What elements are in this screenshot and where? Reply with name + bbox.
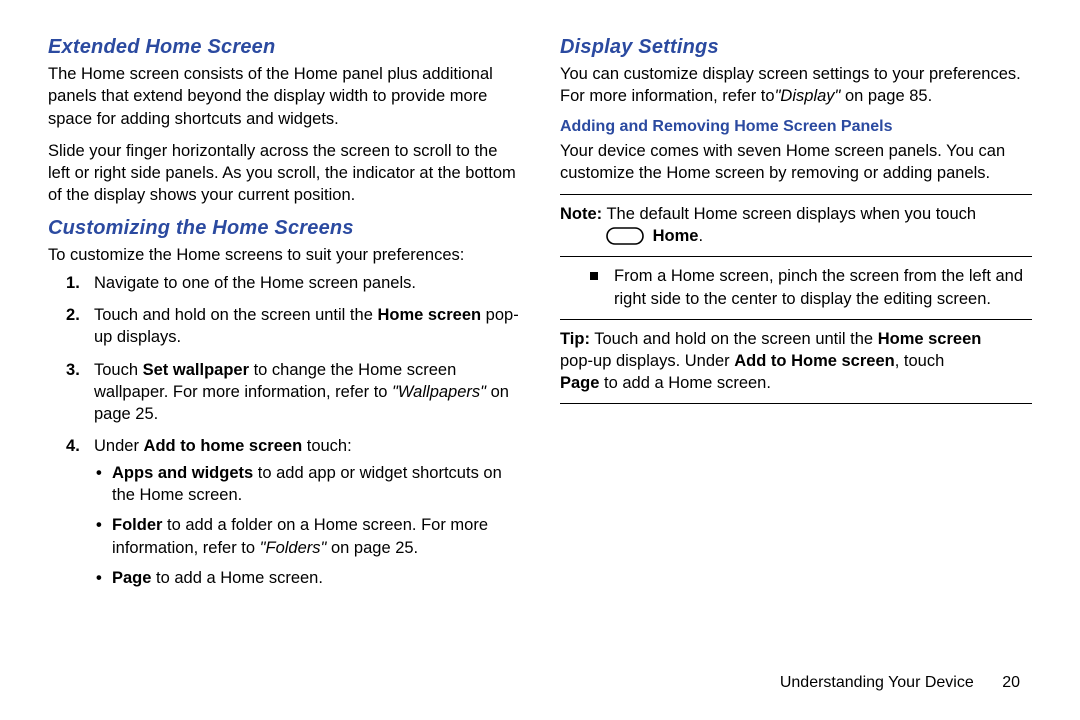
tip-label: Tip:: [560, 330, 590, 348]
text: Touch: [94, 361, 143, 379]
text: on page 85.: [840, 87, 932, 105]
text: Touch and hold on the screen until the: [94, 306, 377, 324]
page-number: 20: [1002, 674, 1020, 692]
bold-text: Add to home screen: [144, 437, 303, 455]
heading-extended-home-screen: Extended Home Screen: [48, 36, 520, 59]
tip-line-2: pop-up displays. Under Add to Home scree…: [560, 350, 1032, 395]
text: Touch and hold on the screen until the: [590, 330, 878, 348]
bullet-sublist: Apps and widgets to add app or widget sh…: [94, 462, 520, 589]
text: touch:: [302, 437, 352, 455]
divider: [560, 194, 1032, 195]
paragraph: The Home screen consists of the Home pan…: [48, 63, 520, 130]
text: to add a Home screen.: [151, 569, 323, 587]
step-1: Navigate to one of the Home screen panel…: [48, 272, 520, 294]
bold-text: Set wallpaper: [143, 361, 249, 379]
numbered-steps: Navigate to one of the Home screen panel…: [48, 272, 520, 589]
subheading-adding-removing-panels: Adding and Removing Home Screen Panels: [560, 118, 1032, 136]
bold-text: Home screen: [878, 330, 982, 348]
square-bullet-list: From a Home screen, pinch the screen fro…: [590, 265, 1032, 311]
bold-text: Folder: [112, 516, 162, 534]
square-bullet-item: From a Home screen, pinch the screen fro…: [590, 265, 1032, 311]
divider: [560, 319, 1032, 320]
step-4: Under Add to home screen touch: Apps and…: [48, 435, 520, 589]
bold-text: Page: [112, 569, 151, 587]
paragraph: Slide your finger horizontally across th…: [48, 140, 520, 207]
text: pop-up displays. Under: [560, 352, 734, 370]
left-column: Extended Home Screen The Home screen con…: [48, 36, 520, 599]
home-button-icon: [606, 227, 644, 245]
heading-display-settings: Display Settings: [560, 36, 1032, 59]
text: The default Home screen displays when yo…: [602, 205, 976, 223]
bold-text: Home: [653, 227, 699, 245]
heading-customizing-home-screens: Customizing the Home Screens: [48, 217, 520, 240]
bold-text: Page: [560, 374, 599, 392]
text: .: [698, 227, 703, 245]
text: on page 25.: [326, 539, 418, 557]
right-column: Display Settings You can customize displ…: [560, 36, 1032, 599]
tip-block: Tip: Touch and hold on the screen until …: [560, 328, 1032, 395]
step-3: Touch Set wallpaper to change the Home s…: [48, 359, 520, 426]
note-line-2: Home.: [560, 225, 1032, 247]
italic-ref: "Display": [775, 87, 841, 105]
bold-text: Add to Home screen: [734, 352, 894, 370]
text: Navigate to one of the Home screen panel…: [94, 274, 416, 292]
note-block: Note: The default Home screen displays w…: [560, 203, 1032, 248]
bullet-item: Apps and widgets to add app or widget sh…: [94, 462, 520, 507]
paragraph: You can customize display screen setting…: [560, 63, 1032, 108]
two-column-layout: Extended Home Screen The Home screen con…: [48, 36, 1032, 599]
paragraph: Your device comes with seven Home screen…: [560, 140, 1032, 185]
italic-ref: "Folders": [260, 539, 327, 557]
bold-text: Home screen: [377, 306, 481, 324]
text: to add a Home screen.: [599, 374, 771, 392]
bullet-item: Page to add a Home screen.: [94, 567, 520, 589]
bullet-item: Folder to add a folder on a Home screen.…: [94, 514, 520, 559]
text: From a Home screen, pinch the screen fro…: [614, 267, 1023, 308]
note-label: Note:: [560, 205, 602, 223]
divider: [560, 403, 1032, 404]
divider: [560, 256, 1032, 257]
step-2: Touch and hold on the screen until the H…: [48, 304, 520, 349]
text: , touch: [895, 352, 945, 370]
bold-text: Apps and widgets: [112, 464, 253, 482]
italic-ref: "Wallpapers": [392, 383, 486, 401]
section-title: Understanding Your Device: [780, 674, 974, 691]
paragraph: To customize the Home screens to suit yo…: [48, 244, 520, 266]
text: Under: [94, 437, 144, 455]
page-footer: Understanding Your Device 20: [780, 674, 1020, 692]
manual-page: Extended Home Screen The Home screen con…: [0, 0, 1080, 720]
